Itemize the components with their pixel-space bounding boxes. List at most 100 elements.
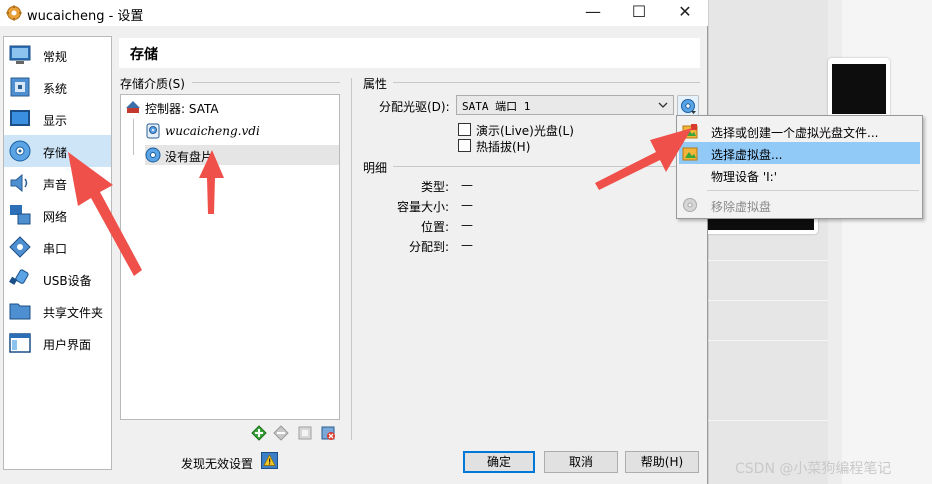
background-divider [708, 300, 828, 301]
disk-folder-icon [682, 124, 698, 139]
audio-icon [10, 173, 28, 193]
sidebar-item-shared-folders[interactable]: 共享文件夹 [4, 295, 111, 327]
optical-disc-icon [145, 147, 161, 163]
sidebar-item-display[interactable]: 显示 [4, 103, 111, 135]
controller-label: 控制器: SATA [145, 102, 219, 116]
sata-controller-icon [126, 101, 140, 113]
display-icon [10, 110, 30, 126]
help-button[interactable]: 帮助(H) [625, 451, 699, 473]
menu-separator [707, 190, 919, 191]
general-icon [9, 45, 31, 64]
optical-disc-icon [681, 99, 696, 114]
background-panel [708, 0, 828, 484]
menu-item-create-virtual-optical-disk[interactable]: 选择或创建一个虚拟光盘文件... [679, 120, 920, 142]
details-label: 明细 [363, 161, 388, 175]
chevron-down-icon [658, 102, 668, 108]
usb-icon [9, 269, 29, 285]
page-title: 存储 [130, 47, 158, 63]
storage-tree[interactable]: 控制器: SATA wucaicheng.vdi 没有盘片 [120, 94, 340, 420]
add-attachment-icon[interactable] [297, 425, 313, 441]
sidebar-item-usb[interactable]: USB设备 [4, 263, 111, 295]
detail-size-value: — [461, 198, 473, 212]
vm-preview-thumbnail [828, 58, 890, 120]
sidebar-item-storage[interactable]: 存储 [4, 135, 111, 167]
network-icon [10, 205, 31, 225]
group-divider [192, 82, 340, 83]
sidebar-item-network[interactable]: 网络 [4, 199, 111, 231]
close-button[interactable]: ✕ [662, 0, 708, 26]
remove-disc-icon [683, 198, 697, 212]
invalid-settings-label: 发现无效设置 [181, 457, 254, 471]
menu-item-physical-drive[interactable]: 物理设备 'I:' [679, 164, 920, 186]
hotplug-checkbox[interactable] [458, 139, 471, 152]
background-divider [708, 340, 828, 341]
optical-drive-label: 没有盘片 [165, 150, 214, 164]
remove-attachment-icon[interactable] [320, 425, 336, 441]
watermark: CSDN @小菜狗编程笔记 [735, 461, 892, 477]
sidebar-item-label: 常规 [43, 50, 68, 64]
cancel-button[interactable]: 取消 [544, 451, 618, 473]
sidebar-item-label: 共享文件夹 [43, 306, 104, 320]
warning-icon[interactable] [261, 452, 278, 469]
live-cd-checkbox[interactable] [458, 123, 471, 136]
choose-disk-button[interactable] [677, 95, 699, 117]
sidebar-item-audio[interactable]: 声音 [4, 167, 111, 199]
sidebar-item-label: 串口 [43, 242, 68, 256]
disk-folder-icon [682, 147, 698, 161]
hotplug-label: 热插拔(H) [476, 140, 531, 154]
tree-row-controller[interactable]: 控制器: SATA [125, 97, 339, 117]
sidebar-item-serial-port[interactable]: 串口 [4, 231, 111, 263]
minimize-button[interactable]: — [570, 0, 616, 26]
system-icon [10, 77, 30, 97]
sidebar-item-general[interactable]: 常规 [4, 39, 111, 71]
sidebar-item-label: 显示 [43, 114, 68, 128]
hard-disk-icon [146, 123, 160, 139]
detail-location-value: — [461, 218, 473, 232]
detail-type-label: 类型: [421, 180, 450, 194]
settings-sidebar: 常规 系统 显示 存储 声音 网络 串口 USB设备 共享文件夹 用户界面 [3, 36, 112, 470]
tree-row-hard-disk[interactable]: wucaicheng.vdi [145, 121, 335, 141]
tree-row-optical-drive[interactable]: 没有盘片 [145, 145, 339, 165]
detail-attached-value: — [461, 238, 473, 252]
menu-item-label: 物理设备 'I:' [711, 170, 777, 184]
menu-item-choose-virtual-disk[interactable]: 选择虚拟盘... [679, 142, 920, 164]
tree-branch-line [133, 119, 134, 155]
storage-icon [9, 140, 31, 162]
add-controller-icon[interactable] [251, 425, 267, 441]
background-divider [708, 420, 828, 421]
detail-location-label: 位置: [421, 220, 450, 234]
remove-controller-icon[interactable] [273, 425, 289, 441]
detail-type-value: — [461, 178, 473, 192]
sidebar-item-label: USB设备 [43, 274, 92, 288]
virtualbox-gear-icon [6, 5, 22, 21]
shared-folder-icon [9, 303, 31, 320]
sidebar-item-label: 声音 [43, 178, 68, 192]
optical-drive-select[interactable]: SATA 端口 1 [456, 95, 674, 115]
menu-item-label: 移除虚拟盘 [711, 200, 772, 214]
title-bar: wucaicheng - 设置 — ☐ ✕ [0, 0, 708, 26]
maximize-button[interactable]: ☐ [616, 0, 662, 26]
attributes-label: 属性 [363, 77, 388, 91]
detail-size-label: 容量大小: [397, 200, 450, 214]
sidebar-item-user-interface[interactable]: 用户界面 [4, 327, 111, 359]
choose-disk-menu: 选择或创建一个虚拟光盘文件... 选择虚拟盘... 物理设备 'I:' 移除虚拟… [676, 115, 923, 219]
serial-port-icon [9, 236, 31, 258]
live-cd-label: 演示(Live)光盘(L) [476, 124, 574, 138]
page-header: 存储 [119, 38, 700, 68]
sidebar-item-system[interactable]: 系统 [4, 71, 111, 103]
background-divider [708, 260, 828, 261]
sidebar-item-label: 用户界面 [43, 338, 92, 352]
optical-drive-select-value: SATA 端口 1 [462, 100, 531, 113]
panel-divider [351, 78, 352, 440]
user-interface-icon [9, 333, 31, 353]
sidebar-item-label: 网络 [43, 210, 68, 224]
menu-item-remove-virtual-disk[interactable]: 移除虚拟盘 [679, 194, 920, 216]
ok-button[interactable]: 确定 [463, 451, 535, 473]
group-divider [393, 82, 700, 83]
optical-drive-field-label: 分配光驱(D): [379, 100, 450, 114]
settings-dialog: wucaicheng - 设置 — ☐ ✕ 常规 系统 显示 存储 声音 网络 … [0, 0, 708, 484]
storage-media-label: 存储介质(S) [120, 77, 185, 91]
detail-attached-label: 分配到: [409, 240, 450, 254]
window-title: wucaicheng - 设置 [27, 9, 144, 24]
sidebar-item-label: 存储 [43, 146, 68, 160]
